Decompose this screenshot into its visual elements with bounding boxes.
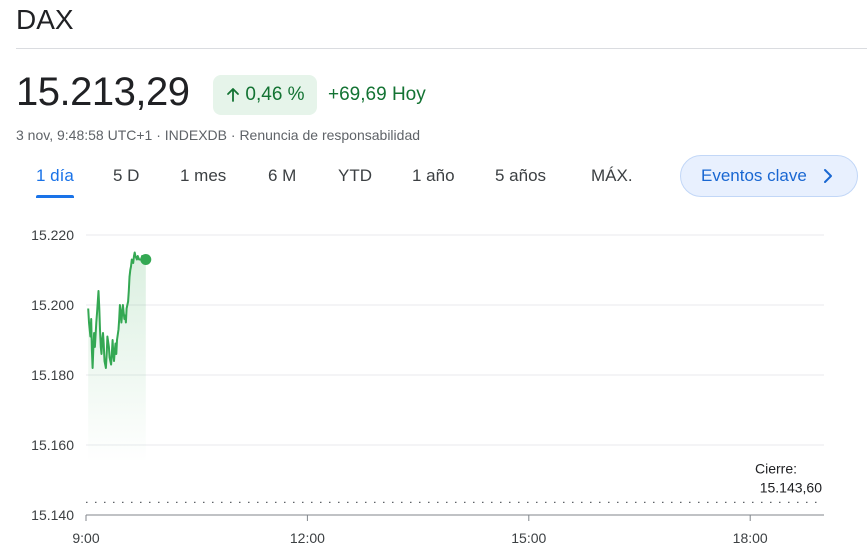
- y-tick-label: 15.160: [31, 437, 74, 453]
- previous-close-label: Cierre:: [755, 460, 797, 476]
- chart-gridlines: [86, 234, 824, 516]
- price-area: [88, 252, 146, 463]
- tab-6-m[interactable]: 6 M: [268, 166, 296, 186]
- change-value: +69,69: [328, 84, 387, 105]
- tab-max[interactable]: MÁX.: [591, 166, 633, 186]
- y-tick-label: 15.200: [31, 297, 74, 313]
- tab-1-mes[interactable]: 1 mes: [180, 166, 226, 186]
- previous-close-value: 15.143,60: [760, 479, 822, 495]
- y-tick-label: 15.220: [31, 227, 74, 243]
- tab-ytd[interactable]: YTD: [338, 166, 372, 186]
- tab-5-d[interactable]: 5 D: [113, 166, 139, 186]
- x-tick-label: 9:00: [72, 530, 99, 546]
- y-axis-labels: 15.220 15.200 15.180 15.160 15.140: [31, 227, 74, 523]
- current-price-dot[interactable]: [140, 254, 152, 265]
- active-tab-indicator: [36, 195, 74, 198]
- chevron-right-icon: [823, 169, 832, 183]
- price-chart[interactable]: 15.220 15.200 15.180 15.160 15.140 9:00 12:00…: [0, 215, 867, 558]
- y-tick-label: 15.180: [31, 367, 74, 383]
- change-percent: 0,46 %: [245, 84, 305, 105]
- tab-1-dia[interactable]: 1 día: [36, 166, 74, 186]
- key-events-button[interactable]: Eventos clave: [680, 155, 858, 197]
- change-period: Hoy: [391, 84, 426, 105]
- arrow-up-icon: [227, 88, 240, 102]
- page-title: DAX: [16, 4, 74, 35]
- header-divider: [16, 48, 867, 49]
- change-value-row: +69,69 Hoy: [328, 84, 426, 106]
- y-tick-label: 15.140: [31, 507, 74, 523]
- x-tick-label: 18:00: [733, 530, 768, 546]
- tab-5-anos[interactable]: 5 años: [495, 166, 546, 186]
- current-price: 15.213,29: [16, 70, 190, 114]
- x-axis-labels: 9:00 12:00 15:00 18:00: [72, 515, 768, 546]
- x-tick-label: 12:00: [290, 530, 325, 546]
- x-tick-label: 15:00: [511, 530, 546, 546]
- quote-meta: 3 nov, 9:48:58 UTC+1 · INDEXDB · Renunci…: [16, 127, 421, 143]
- key-events-label: Eventos clave: [701, 166, 807, 185]
- change-percent-badge: 0,46 %: [213, 75, 317, 115]
- tab-1-ano[interactable]: 1 año: [412, 166, 455, 186]
